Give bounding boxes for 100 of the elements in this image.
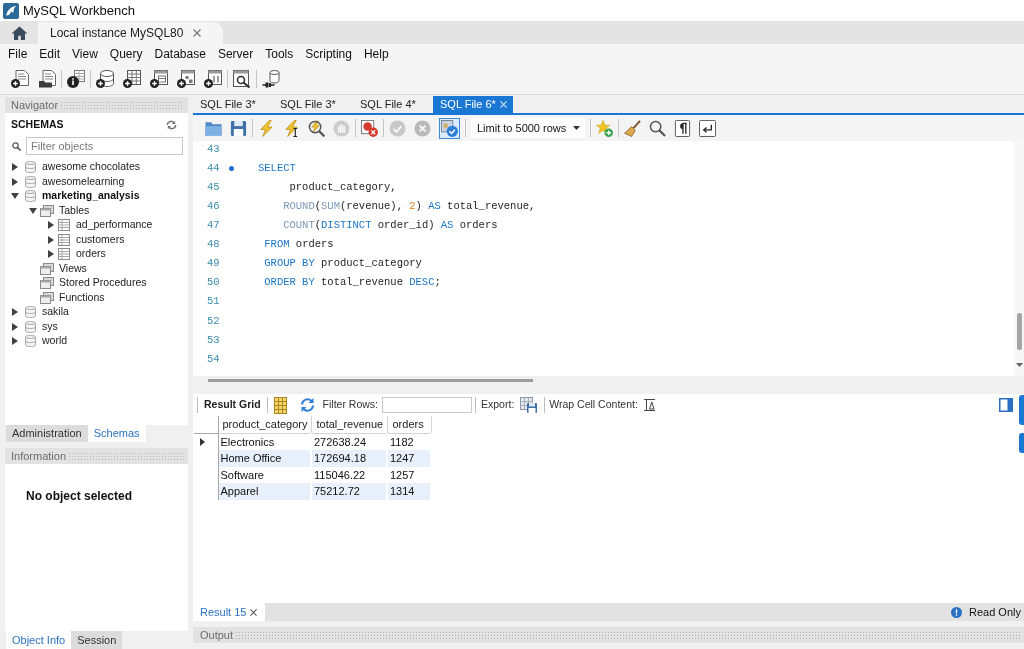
panel-tab[interactable]: Session bbox=[71, 631, 123, 649]
menu-item[interactable]: File bbox=[2, 45, 34, 63]
menu-item[interactable]: Database bbox=[148, 45, 212, 63]
line-number: 48 bbox=[207, 237, 221, 253]
filter-field[interactable]: Filter objects bbox=[26, 137, 183, 155]
magnifier-lightning-icon[interactable] bbox=[308, 119, 325, 137]
home-icon[interactable] bbox=[10, 25, 28, 40]
code-line: GROUP BY product_category bbox=[264, 256, 422, 272]
scroll-down-arrow-icon[interactable] bbox=[1015, 363, 1023, 367]
save-icon[interactable] bbox=[230, 119, 247, 137]
info-icon bbox=[951, 606, 962, 618]
editor-tab[interactable]: SQL File 3* bbox=[273, 96, 353, 113]
caret-down-icon[interactable] bbox=[573, 126, 580, 130]
code-line: SELECT bbox=[258, 160, 296, 176]
panel-tab[interactable]: Schemas bbox=[87, 425, 146, 442]
error-stop-icon[interactable] bbox=[361, 119, 378, 137]
menu-item[interactable]: Help bbox=[357, 45, 395, 63]
menu-item[interactable]: Tools bbox=[259, 45, 300, 63]
tree-item[interactable]: marketing_analysis bbox=[42, 188, 140, 205]
code-line: COUNT(DISTINCT order_id) AS orders bbox=[283, 218, 498, 234]
folder-icon[interactable] bbox=[205, 119, 222, 137]
caret-right-icon[interactable] bbox=[12, 177, 18, 186]
caret-right-icon[interactable] bbox=[48, 221, 54, 230]
menu-item[interactable]: Server bbox=[211, 45, 260, 63]
new-database-icon[interactable] bbox=[96, 70, 114, 88]
caret-right-icon[interactable] bbox=[48, 235, 54, 244]
pilcrow-icon[interactable] bbox=[674, 119, 691, 137]
caret-right-icon[interactable] bbox=[12, 163, 18, 172]
close-icon[interactable] bbox=[193, 29, 202, 37]
caret-down-icon[interactable] bbox=[11, 193, 19, 200]
tree-item[interactable]: Functions bbox=[59, 289, 105, 306]
tree-item[interactable]: Stored Procedures bbox=[59, 275, 147, 292]
table-cell: 1247 bbox=[387, 450, 431, 467]
tree-item[interactable]: orders bbox=[76, 246, 106, 263]
menu-item[interactable]: View bbox=[66, 45, 104, 63]
tree-item[interactable]: awesome chocolates bbox=[42, 159, 141, 176]
new-view-icon[interactable] bbox=[150, 70, 168, 88]
caret-right-icon[interactable] bbox=[12, 337, 18, 346]
panel-toggle-icon[interactable] bbox=[999, 398, 1013, 412]
editor-tab[interactable]: SQL File 4* bbox=[353, 96, 433, 113]
result-tab[interactable]: Result 15 bbox=[193, 603, 265, 621]
tree-item[interactable]: customers bbox=[76, 231, 125, 248]
new-procedure-icon[interactable] bbox=[177, 70, 195, 88]
line-number: 54 bbox=[207, 351, 221, 367]
table-icon bbox=[58, 248, 70, 261]
result-grid-button[interactable]: Result Grid bbox=[204, 397, 261, 413]
tree-item[interactable]: sakila bbox=[42, 304, 69, 321]
panel-tab[interactable]: Administration bbox=[6, 425, 88, 442]
new-table-icon[interactable] bbox=[123, 70, 141, 88]
caret-down-icon[interactable] bbox=[29, 207, 37, 214]
column-header[interactable]: product_category bbox=[218, 416, 311, 433]
caret-right-icon[interactable] bbox=[12, 308, 18, 317]
filter-rows-field[interactable] bbox=[382, 397, 473, 413]
refresh-icon[interactable] bbox=[299, 398, 315, 412]
menu-item[interactable]: Edit bbox=[33, 45, 67, 63]
editor-tab[interactable]: SQL File 6* bbox=[433, 96, 513, 113]
search-icon[interactable] bbox=[649, 119, 666, 137]
tree-item[interactable]: world bbox=[42, 333, 68, 350]
export-icon[interactable] bbox=[520, 397, 538, 413]
caret-right-icon[interactable] bbox=[48, 250, 54, 259]
lightning-cursor-icon[interactable] bbox=[283, 119, 300, 137]
panel-tab[interactable]: Object Info bbox=[6, 631, 72, 649]
tree-item[interactable]: ad_performance bbox=[76, 217, 153, 234]
line-number: 50 bbox=[207, 275, 221, 291]
broom-icon[interactable] bbox=[624, 119, 641, 137]
database-plug-icon[interactable] bbox=[262, 70, 280, 88]
scrollbar-thumb[interactable] bbox=[1016, 313, 1022, 350]
tree-item[interactable]: sys bbox=[42, 318, 58, 335]
tree-item[interactable]: Views bbox=[59, 260, 87, 277]
refresh-icon[interactable] bbox=[166, 120, 177, 130]
new-sql-file-icon[interactable] bbox=[11, 70, 29, 88]
line-number: 52 bbox=[207, 313, 221, 329]
line-wrap-icon[interactable] bbox=[699, 119, 716, 137]
column-header[interactable]: orders bbox=[387, 416, 431, 433]
menu-item[interactable]: Query bbox=[103, 45, 149, 63]
caret-right-icon[interactable] bbox=[12, 322, 18, 331]
table-cell: Home Office bbox=[218, 450, 311, 467]
wrap-cell-icon[interactable] bbox=[643, 399, 655, 411]
scrollbar-thumb[interactable] bbox=[208, 379, 533, 382]
section-heading: SCHEMAS bbox=[11, 117, 64, 133]
inspector-icon[interactable] bbox=[67, 70, 85, 88]
close-icon[interactable] bbox=[250, 608, 257, 616]
window-title: MySQL Workbench bbox=[23, 1, 135, 20]
table-cell: 75212.72 bbox=[311, 483, 387, 500]
menu-item[interactable]: Scripting bbox=[299, 45, 358, 63]
limit-rows-select[interactable]: Limit to 5000 rows bbox=[471, 118, 585, 138]
line-number: 46 bbox=[207, 198, 221, 214]
tree-item[interactable]: awesomelearning bbox=[42, 173, 125, 190]
form-grid-icon[interactable] bbox=[273, 396, 287, 414]
column-header[interactable]: total_revenue bbox=[311, 416, 387, 433]
status-text: Read Only bbox=[969, 604, 1021, 620]
table-search-icon[interactable] bbox=[233, 70, 251, 88]
connection-tab[interactable]: Local instance MySQL80 bbox=[38, 22, 224, 44]
editor-tab[interactable]: SQL File 3* bbox=[193, 96, 273, 113]
tree-item[interactable]: Tables bbox=[59, 202, 90, 219]
star-plus-icon[interactable] bbox=[596, 119, 613, 137]
panel-title: Output bbox=[200, 627, 234, 643]
open-sql-file-icon[interactable] bbox=[38, 70, 56, 88]
new-function-icon[interactable] bbox=[204, 70, 222, 88]
database-icon bbox=[25, 175, 36, 188]
